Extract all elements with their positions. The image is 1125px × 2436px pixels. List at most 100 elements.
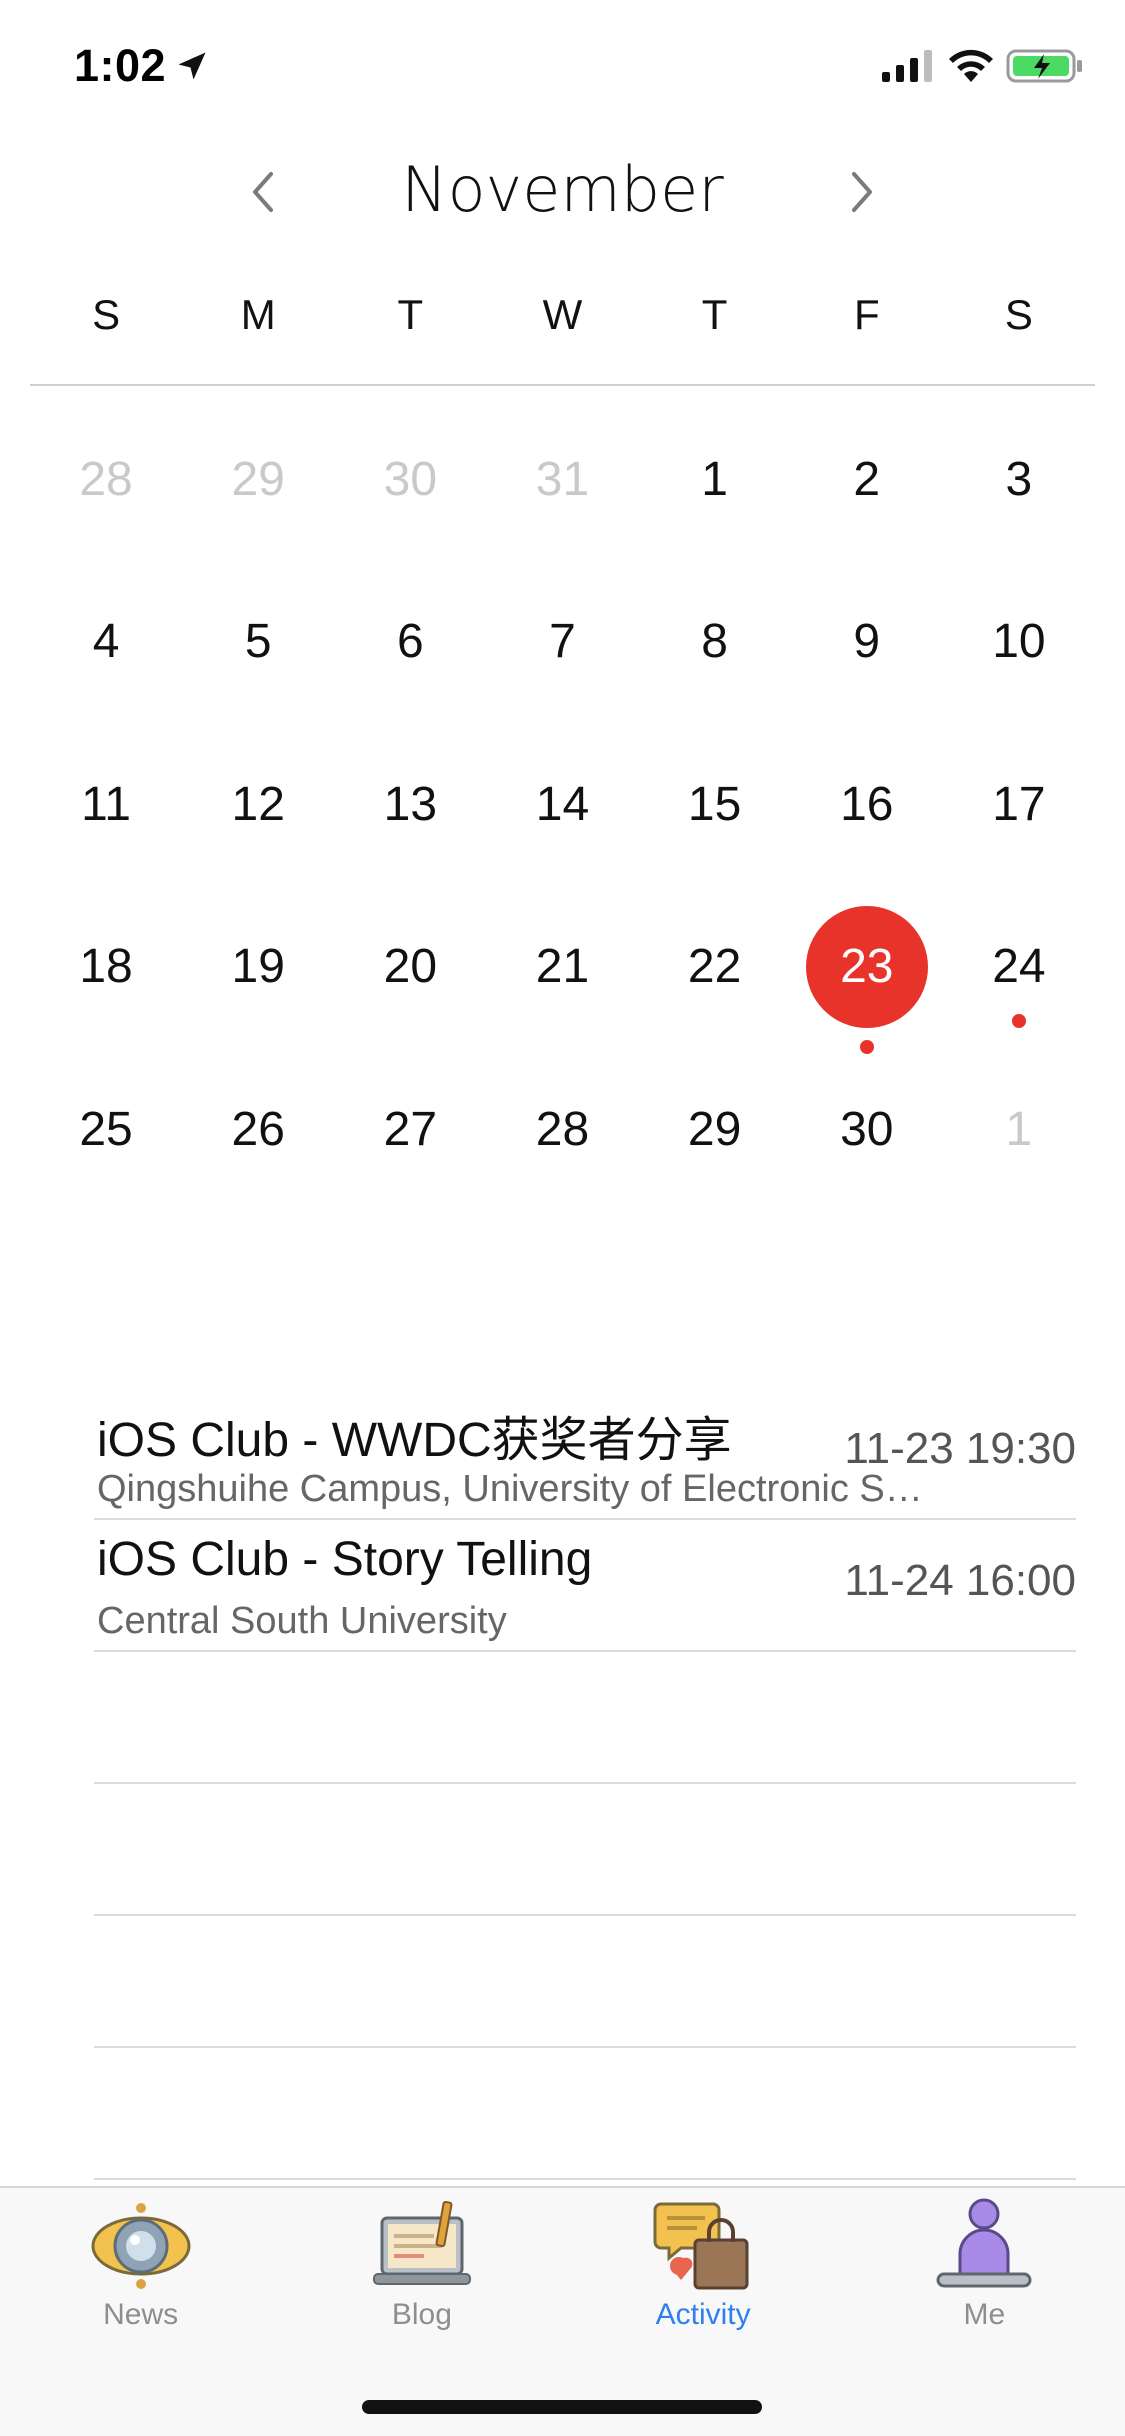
event-title: iOS Club - WWDC获奖者分享: [97, 1414, 732, 1467]
event-row[interactable]: iOS Club - WWDC获奖者分享 Qingshuihe Campus, …: [94, 1388, 1076, 1520]
calendar-divider: [30, 384, 1095, 386]
calendar-day-number: 6: [396, 615, 424, 668]
calendar-day[interactable]: 10: [943, 581, 1095, 744]
status-time: 1:02: [74, 40, 167, 91]
calendar-day-number: 5: [244, 615, 272, 668]
calendar-day[interactable]: 2: [791, 418, 943, 581]
tab-blog[interactable]: Blog: [281, 2188, 562, 2346]
event-row[interactable]: iOS Club - Story Telling Central South U…: [94, 1520, 1076, 1652]
calendar-day-number: 8: [701, 615, 728, 668]
event-indicator-dot: [1011, 1013, 1026, 1028]
calendar-day-number: 1: [1005, 1102, 1033, 1156]
calendar-day[interactable]: 16: [791, 743, 943, 906]
calendar-day-number: 23: [805, 905, 928, 1028]
calendar-day[interactable]: 4: [30, 581, 182, 744]
event-indicator-dot: [859, 1039, 874, 1054]
calendar-day[interactable]: 28: [486, 1068, 638, 1231]
calendar-day[interactable]: 8: [639, 581, 791, 744]
calendar-day[interactable]: 23: [791, 905, 943, 1069]
calendar-day[interactable]: 30: [791, 1068, 943, 1231]
calendar-day[interactable]: 19: [182, 906, 334, 1069]
calendar-day-number: 24: [992, 940, 1046, 993]
calendar-day[interactable]: 21: [486, 906, 638, 1069]
weekday-header-row: S M T W T F S: [30, 280, 1095, 350]
event-location: Qingshuihe Campus, University of Electro…: [97, 1468, 937, 1510]
activity-chat-bag-icon: [653, 2202, 749, 2290]
calendar-day[interactable]: 20: [334, 906, 486, 1069]
calendar-day[interactable]: 5: [182, 581, 334, 744]
event-title: iOS Club - Story Telling: [97, 1533, 593, 1586]
empty-row: [94, 1784, 1076, 1916]
calendar-day-number: 21: [535, 940, 590, 993]
calendar-day[interactable]: 29: [639, 1068, 791, 1231]
event-time: 11-23 19:30: [844, 1424, 1076, 1473]
event-location: Central South University: [97, 1600, 507, 1642]
calendar-day-number: 29: [231, 452, 285, 506]
calendar-day-number: 13: [383, 777, 438, 831]
calendar-day-number: 25: [79, 1102, 133, 1156]
calendar-day-number: 11: [81, 777, 131, 831]
calendar-day-number: 2: [853, 452, 881, 506]
calendar-day-number: 14: [535, 777, 590, 831]
calendar-day[interactable]: 13: [334, 743, 486, 906]
calendar-day-number: 22: [687, 940, 742, 993]
home-indicator: [362, 2400, 762, 2414]
calendar-day[interactable]: 30: [334, 418, 486, 581]
calendar-day[interactable]: 7: [486, 581, 638, 744]
calendar-day-number: 19: [231, 940, 285, 993]
calendar-day[interactable]: 25: [30, 1068, 182, 1231]
calendar-day[interactable]: 28: [30, 418, 182, 581]
calendar-day-number: 15: [687, 777, 742, 831]
calendar-grid: 28 29 30 31 1 2 3 4 5 6 7 8 9 10 11 12 13 14 15 16 17 18 19 20 2…: [30, 418, 1095, 1231]
empty-row: [94, 1652, 1076, 1784]
calendar-day[interactable]: 1: [943, 1068, 1095, 1231]
tab-label: Activity: [655, 2298, 751, 2331]
tab-label: Blog: [391, 2298, 452, 2331]
calendar-day[interactable]: 9: [791, 581, 943, 744]
month-header: November: [0, 140, 1125, 240]
calendar-day-number: 9: [853, 615, 881, 668]
calendar-day-number: 29: [687, 1102, 742, 1156]
calendar-day[interactable]: 27: [334, 1068, 486, 1231]
calendar-day-number: 30: [840, 1102, 894, 1156]
calendar-day-number: 18: [79, 940, 133, 993]
calendar-day-number: 12: [231, 777, 285, 831]
me-person-icon: [936, 2198, 1032, 2288]
wifi-icon: [949, 49, 993, 82]
calendar-day[interactable]: 22: [639, 906, 791, 1069]
calendar-day[interactable]: 1: [639, 418, 791, 581]
calendar-day-number: 16: [840, 777, 894, 831]
calendar-day-number: 28: [79, 452, 133, 506]
calendar-day[interactable]: 12: [182, 743, 334, 906]
weekday-label: F: [853, 291, 880, 338]
calendar-day-number: 10: [992, 615, 1046, 668]
tab-news[interactable]: News: [0, 2188, 281, 2346]
calendar-day-number: 7: [549, 615, 576, 668]
calendar-day[interactable]: 26: [182, 1068, 334, 1231]
calendar-day[interactable]: 3: [943, 418, 1095, 581]
calendar-day[interactable]: 6: [334, 581, 486, 744]
calendar-day[interactable]: 29: [182, 418, 334, 581]
calendar-day-number: 20: [383, 940, 438, 993]
calendar-day[interactable]: 15: [639, 743, 791, 906]
calendar-day[interactable]: 18: [30, 906, 182, 1069]
next-month-button[interactable]: [832, 162, 892, 222]
tab-label: News: [103, 2298, 179, 2331]
calendar-day-number: 17: [992, 777, 1046, 831]
calendar-day-number: 1: [701, 452, 728, 506]
news-eye-icon: [91, 2203, 191, 2289]
chevron-right-icon: [852, 172, 872, 212]
empty-row: [94, 2048, 1076, 2180]
signal-icon: [882, 50, 932, 82]
month-title: November: [401, 153, 724, 226]
calendar-day[interactable]: 31: [486, 418, 638, 581]
calendar-day[interactable]: 17: [943, 743, 1095, 906]
calendar-day[interactable]: 24: [943, 906, 1095, 1069]
calendar-day[interactable]: 11: [30, 743, 182, 906]
tab-me[interactable]: Me: [844, 2188, 1125, 2346]
tab-activity[interactable]: Activity: [563, 2188, 844, 2346]
calendar-day[interactable]: 14: [486, 743, 638, 906]
tab-label: Me: [963, 2298, 1006, 2331]
events-list: iOS Club - WWDC获奖者分享 Qingshuihe Campus, …: [94, 1388, 1076, 2180]
location-arrow-icon: [178, 52, 206, 80]
